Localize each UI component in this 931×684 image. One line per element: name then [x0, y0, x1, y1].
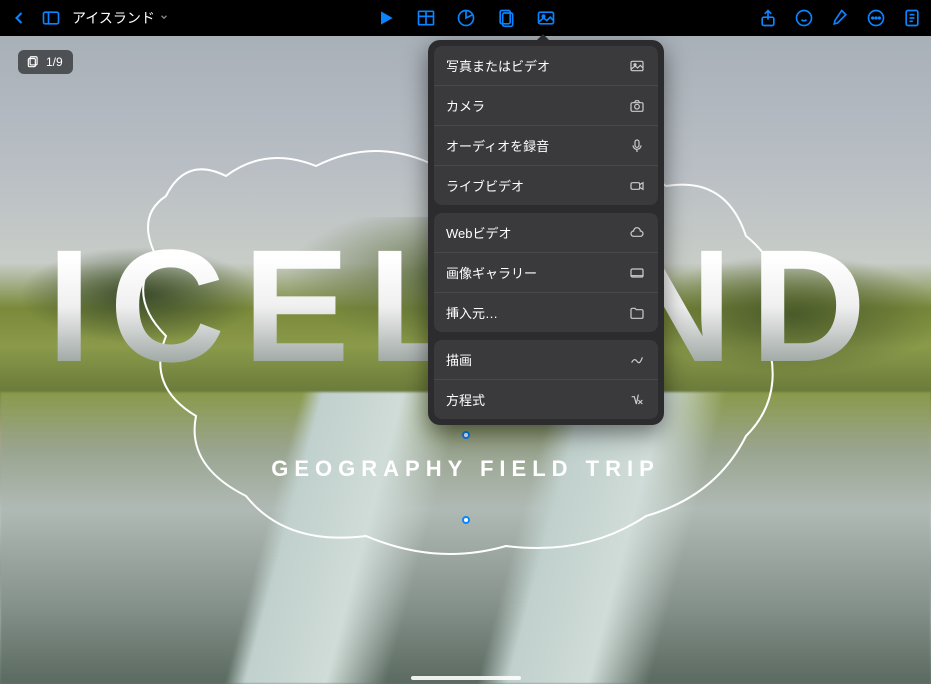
menu-item-label: ライブビデオ — [446, 176, 524, 195]
cloud-icon — [628, 224, 646, 242]
scribble-icon — [628, 351, 646, 369]
sidebar-toggle-icon[interactable] — [40, 7, 62, 29]
menu-item-folder[interactable]: 挿入元… — [434, 293, 658, 332]
home-indicator — [411, 676, 521, 680]
mic-icon — [628, 137, 646, 155]
menu-item-label: 描画 — [446, 350, 472, 369]
menu-item-label: 挿入元… — [446, 303, 498, 322]
menu-item-camera[interactable]: カメラ — [434, 86, 658, 126]
menu-item-label: 画像ギャラリー — [446, 263, 537, 282]
equation-icon — [628, 391, 646, 409]
chart-insert-button[interactable] — [455, 7, 477, 29]
inspector-button[interactable] — [901, 7, 923, 29]
document-title-text: アイスランド — [72, 8, 155, 28]
play-button[interactable] — [375, 7, 397, 29]
menu-item-mic[interactable]: オーディオを録音 — [434, 126, 658, 166]
format-brush-button[interactable] — [829, 7, 851, 29]
slide-counter-text: 1/9 — [46, 55, 63, 69]
menu-item-cloud[interactable]: Webビデオ — [434, 213, 658, 253]
menu-group: 写真またはビデオカメラオーディオを録音ライブビデオ — [434, 46, 658, 205]
menu-item-video[interactable]: ライブビデオ — [434, 166, 658, 205]
media-insert-button[interactable] — [535, 7, 557, 29]
menu-group: 描画方程式 — [434, 340, 658, 419]
insert-media-menu: 写真またはビデオカメラオーディオを録音ライブビデオWebビデオ画像ギャラリー挿入… — [428, 40, 664, 425]
menu-item-label: カメラ — [446, 96, 485, 115]
slide-subtitle[interactable]: GEOGRAPHY FIELD TRIP — [0, 456, 931, 482]
share-button[interactable] — [757, 7, 779, 29]
menu-item-label: オーディオを録音 — [446, 136, 549, 155]
document-title[interactable]: アイスランド — [72, 8, 169, 28]
menu-group: Webビデオ画像ギャラリー挿入元… — [434, 213, 658, 332]
text-insert-button[interactable] — [495, 7, 517, 29]
chevron-down-icon — [159, 12, 169, 25]
selection-handle[interactable] — [462, 516, 470, 524]
menu-item-label: Webビデオ — [446, 223, 512, 242]
menu-item-gallery[interactable]: 画像ギャラリー — [434, 253, 658, 293]
selection-handle[interactable] — [462, 431, 470, 439]
more-button[interactable] — [865, 7, 887, 29]
slide-counter[interactable]: 1/9 — [18, 50, 73, 74]
table-insert-button[interactable] — [415, 7, 437, 29]
back-button[interactable] — [8, 7, 30, 29]
menu-item-label: 方程式 — [446, 390, 485, 409]
menu-item-photo[interactable]: 写真またはビデオ — [434, 46, 658, 86]
gallery-icon — [628, 264, 646, 282]
photo-icon — [628, 57, 646, 75]
camera-icon — [628, 97, 646, 115]
toolbar: アイスランド — [0, 0, 931, 36]
menu-item-label: 写真またはビデオ — [446, 56, 550, 75]
menu-item-scribble[interactable]: 描画 — [434, 340, 658, 380]
video-icon — [628, 177, 646, 195]
collaborate-button[interactable] — [793, 7, 815, 29]
menu-item-equation[interactable]: 方程式 — [434, 380, 658, 419]
slides-icon — [26, 55, 40, 69]
folder-icon — [628, 304, 646, 322]
